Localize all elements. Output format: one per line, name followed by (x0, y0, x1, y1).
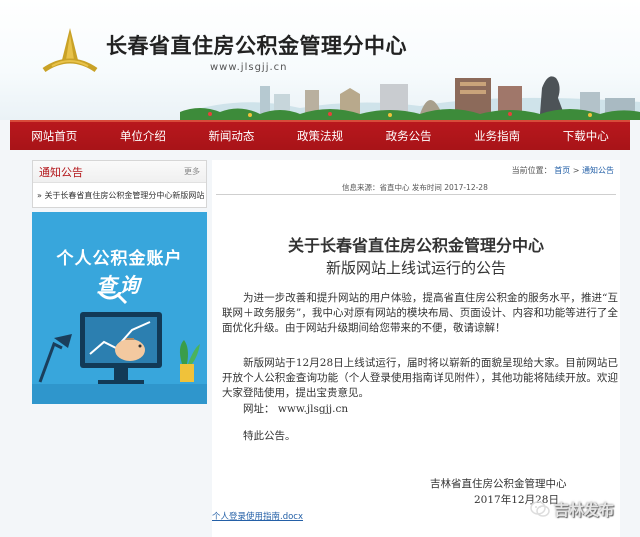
article-paragraph-1: 为进一步改善和提升网站的用户体验，提高省直住房公积金的服务水平，推进“互联网＋政… (222, 292, 618, 334)
breadcrumb: 当前位置： 首页 > 通知公告 (512, 165, 614, 176)
more-link[interactable]: 更多 (184, 166, 200, 177)
watermark: 吉林发布 (530, 497, 614, 521)
account-query-banner[interactable]: 个人公积金账户 查询 (32, 212, 207, 404)
article-title-line1: 关于长春省直住房公积金管理分中心 (287, 236, 544, 255)
notice-link[interactable]: » 关于长春省直住房公积金管理分中心新版网站... (37, 190, 205, 201)
logo-icon (42, 28, 98, 73)
article-meta: 信息来源：省直中心 发布时间 2017-12-28 (342, 183, 488, 192)
city-skyline-banner (180, 76, 640, 120)
banner-heading: 个人公积金账户 (56, 249, 183, 269)
watermark-text: 吉林发布 (554, 500, 615, 519)
site-title: 长春省直住房公积金管理分中心 (106, 33, 407, 58)
breadcrumb-prefix: 当前位置： (511, 166, 552, 175)
attachment-link[interactable]: 个人登录使用指南.docx (212, 510, 303, 522)
notice-panel-title: 通知公告 (39, 166, 83, 179)
divider (216, 194, 616, 195)
nav-item-about[interactable]: 单位介绍 (99, 122, 188, 150)
nav-item-policy[interactable]: 政策法规 (276, 122, 365, 150)
signature-org: 吉林省直住房公积金管理中心 (430, 478, 567, 490)
computer-piggy-bank-icon (32, 292, 207, 404)
article-closing: 特此公告。 (222, 430, 296, 442)
article-paragraph-2: 新版网站于12月28日上线试运行，届时将以崭新的面貌呈现给大家。目前网站已开放个… (222, 357, 618, 399)
notice-panel-header: 通知公告 更多 (33, 161, 206, 183)
nav-item-guide[interactable]: 业务指南 (453, 122, 542, 150)
article-title-line2: 新版网站上线试运行的公告 (325, 259, 506, 277)
breadcrumb-separator: > (572, 166, 580, 175)
wechat-icon (530, 501, 550, 517)
nav-item-news[interactable]: 新闻动态 (187, 122, 276, 150)
article-url-line: 网址： www.jlsgjj.cn (222, 403, 349, 415)
article-panel: 当前位置： 首页 > 通知公告 信息来源：省直中心 发布时间 2017-12-2… (212, 160, 620, 537)
nav-item-home[interactable]: 网站首页 (10, 122, 99, 150)
nav-item-downloads[interactable]: 下载中心 (541, 122, 630, 150)
main-nav: 网站首页 单位介绍 新闻动态 政策法规 政务公告 业务指南 下载中心 (10, 120, 630, 150)
breadcrumb-home[interactable]: 首页 (554, 166, 570, 175)
page: 长春省直住房公积金管理分中心 www.jlsgjj.cn 网站首页 单位介绍 新… (0, 0, 640, 537)
breadcrumb-current[interactable]: 通知公告 (582, 166, 614, 175)
notice-panel: 通知公告 更多 » 关于长春省直住房公积金管理分中心新版网站... (32, 160, 207, 208)
nav-item-announcements[interactable]: 政务公告 (364, 122, 453, 150)
site-header: 长春省直住房公积金管理分中心 www.jlsgjj.cn (0, 0, 640, 120)
